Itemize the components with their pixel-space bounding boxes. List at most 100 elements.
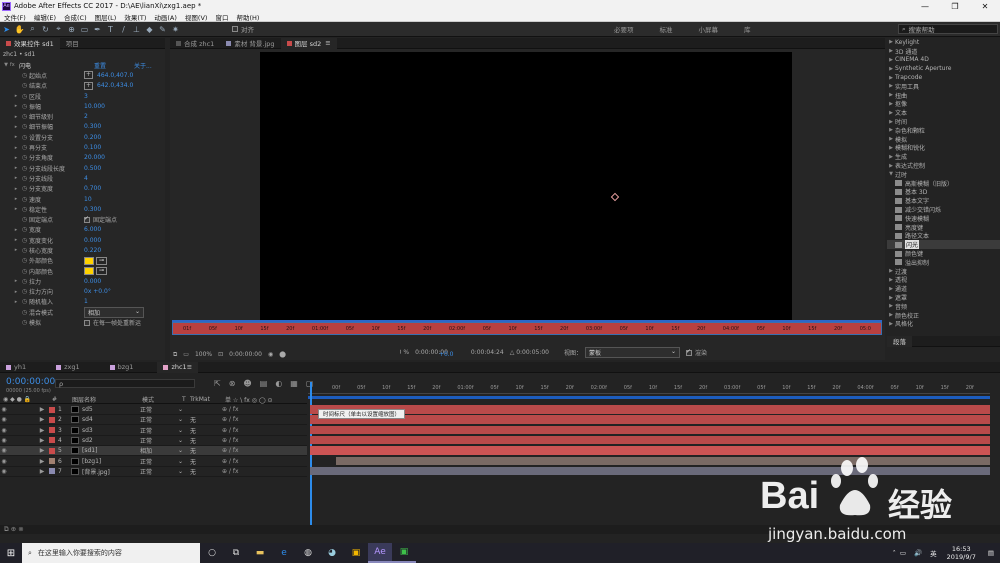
composition-viewer[interactable] (260, 52, 792, 320)
crosshair-icon[interactable]: + (84, 71, 93, 80)
visibility-eye-icon[interactable]: ◉ (0, 416, 8, 423)
windows-start-icon[interactable]: ⊞ (0, 548, 22, 559)
browser-icon[interactable]: ◕ (320, 543, 344, 563)
crosshair-icon[interactable]: + (84, 81, 93, 90)
trkmat-dropdown[interactable]: 无 (190, 436, 222, 445)
color-swatch[interactable] (84, 256, 94, 265)
stopwatch-icon[interactable]: ◷ (20, 123, 29, 130)
layer-name[interactable]: sd4 (82, 416, 140, 423)
snap-checkbox[interactable] (232, 26, 238, 32)
app-icon[interactable]: ◍ (296, 543, 320, 563)
effect-item[interactable]: ▶ 表达式控制 (887, 161, 1000, 171)
menu-edit[interactable]: 编辑(E) (30, 12, 60, 22)
layer-mode-dropdown[interactable]: 正常 (140, 405, 178, 414)
layer-label-color[interactable] (49, 468, 55, 475)
layer-time-ruler[interactable]: 01f 05f 10f 15f 20f 01:00f 05f 10f 15f 20f 02:00f 0… (172, 322, 882, 335)
layer-name[interactable]: [bzg1] (82, 458, 140, 465)
view-dropdown[interactable]: 蒙板 ⌄ (585, 347, 681, 358)
stopwatch-icon[interactable]: ◷ (20, 237, 29, 244)
expand-layer-icon[interactable]: ▶ (38, 458, 46, 465)
expand-property-icon[interactable]: ▸ (12, 196, 20, 202)
draft-3d-icon[interactable]: ⊗ (229, 379, 236, 388)
property-value[interactable]: 0.000 (84, 237, 101, 244)
effect-item[interactable]: ▶ 抠像 (887, 100, 1000, 109)
visibility-eye-icon[interactable]: ◉ (0, 468, 8, 475)
trkmat-dropdown[interactable]: 无 (190, 415, 222, 424)
layer-label-color[interactable] (49, 447, 55, 454)
tab-composition[interactable]: 合成 zhc1 (170, 38, 220, 49)
layer-mode-dropdown[interactable]: 正常 (140, 457, 178, 466)
layer-duration-bar[interactable] (310, 435, 990, 445)
chevron-right-icon[interactable]: ▶ (887, 312, 895, 318)
expand-property-icon[interactable]: ▸ (12, 247, 20, 253)
blend-mode-dropdown[interactable]: 相加 ⌄ (84, 306, 144, 318)
effect-item[interactable]: ▶ 扭曲 (887, 91, 1000, 100)
layer-name[interactable]: [sd1] (82, 447, 140, 454)
effect-item[interactable]: ▶ 3D 通道 (887, 47, 1000, 56)
type-tool-icon[interactable]: T (105, 24, 116, 35)
header-mode[interactable]: 模式 (142, 395, 182, 404)
network-icon[interactable]: ▭ (900, 549, 906, 557)
workspace-standard[interactable]: 标准 (660, 24, 673, 34)
chevron-down-icon[interactable]: ▼ (887, 171, 895, 177)
property-checkbox[interactable] (84, 319, 90, 326)
pen-tool-icon[interactable]: ✒ (92, 24, 103, 35)
property-value[interactable]: 0.000 (84, 278, 101, 285)
effect-item[interactable]: ▶ CINEMA 4D (887, 56, 1000, 65)
stopwatch-icon[interactable]: ◷ (20, 165, 29, 172)
visibility-eye-icon[interactable]: ◉ (0, 447, 8, 454)
menu-help[interactable]: 帮助(H) (232, 12, 263, 22)
visibility-eye-icon[interactable]: ◉ (0, 458, 8, 465)
stopwatch-icon[interactable]: ◷ (20, 134, 29, 141)
expand-property-icon[interactable]: ▸ (12, 103, 20, 109)
chevron-right-icon[interactable]: ▶ (887, 295, 895, 301)
layer-mode-dropdown[interactable]: 正常 (140, 467, 178, 476)
layer-label-color[interactable] (49, 437, 55, 444)
effect-item[interactable]: ▶ 模糊和锐化 (887, 144, 1000, 153)
header-name[interactable]: 图层名称 (72, 395, 142, 404)
header-trkmat[interactable]: TrkMat (190, 396, 225, 403)
layer-switches-icon[interactable]: ⊕ / fx (222, 458, 239, 465)
layer-row[interactable]: ◉ ▶ 3 sd3 正常 ⌄ 无 ⊕ / fx (0, 426, 307, 436)
file-explorer-icon[interactable]: ▬ (248, 543, 272, 563)
chevron-right-icon[interactable]: ▶ (887, 66, 895, 72)
layer-name[interactable]: [背景.jpg] (82, 467, 140, 476)
stopwatch-icon[interactable]: ◷ (20, 72, 29, 79)
visibility-eye-icon[interactable]: ◉ (0, 437, 8, 444)
edge-icon[interactable]: e (272, 543, 296, 563)
layer-duration-bar[interactable] (310, 405, 990, 414)
trkmat-dropdown[interactable]: 无 (190, 467, 222, 476)
stopwatch-icon[interactable]: ◷ (20, 154, 29, 161)
show-channel-icon[interactable]: ⬤ (279, 351, 286, 358)
expand-property-icon[interactable]: ▸ (12, 155, 20, 161)
menu-file[interactable]: 文件(F) (0, 12, 30, 22)
expand-property-icon[interactable]: ▸ (12, 145, 20, 151)
maximize-button[interactable]: ❐ (940, 2, 970, 11)
effect-item[interactable]: 快速模糊 (887, 214, 1000, 223)
stopwatch-icon[interactable]: ◷ (20, 309, 29, 316)
chevron-right-icon[interactable]: ▶ (887, 75, 895, 81)
stopwatch-icon[interactable]: ◷ (20, 196, 29, 203)
property-value[interactable]: 464.0,407.0 (97, 72, 133, 79)
chevron-right-icon[interactable]: ▶ (887, 110, 895, 116)
tab-effect-controls[interactable]: 效果控件 sd1 (0, 37, 60, 49)
expand-layer-icon[interactable]: ▶ (38, 437, 46, 444)
out-point-time[interactable]: 0:00:04:24 (471, 349, 504, 356)
expand-layer-icon[interactable]: ▶ (38, 416, 46, 423)
stopwatch-icon[interactable]: ◷ (20, 144, 29, 151)
brush-tool-icon[interactable]: / (118, 24, 129, 35)
expand-property-icon[interactable]: ▸ (12, 186, 20, 192)
zoom-tool-icon[interactable]: ⌕ (27, 24, 38, 35)
rectangle-tool-icon[interactable]: ▭ (79, 24, 90, 35)
roto-brush-tool-icon[interactable]: ✎ (157, 24, 168, 35)
after-effects-icon[interactable]: Ae (368, 543, 392, 563)
shy-icon[interactable]: ☻ (243, 379, 251, 388)
workspace-library[interactable]: 库 (744, 24, 751, 34)
property-value[interactable]: 0.300 (84, 123, 101, 130)
zoom-value[interactable]: 100% (195, 351, 212, 358)
effect-item[interactable]: ▶ 风格化 (887, 320, 1000, 329)
stopwatch-icon[interactable]: ◷ (20, 185, 29, 192)
property-value[interactable]: 0.300 (84, 206, 101, 213)
chevron-right-icon[interactable]: ▶ (887, 268, 895, 274)
tab-footage[interactable]: 素材 背景.jpg (220, 38, 280, 49)
